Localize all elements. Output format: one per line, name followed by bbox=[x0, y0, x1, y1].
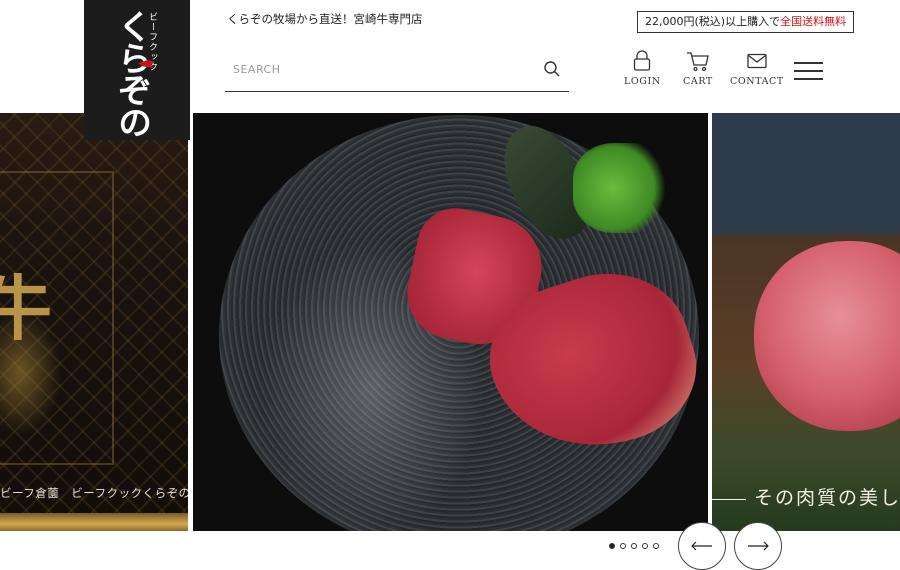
site-tagline: くらぞの牧場から直送！宮崎牛専門店 bbox=[227, 12, 423, 26]
site-logo[interactable]: ビーフクック くらぞの bbox=[84, 0, 190, 140]
caption-rule bbox=[712, 498, 746, 500]
menu-icon[interactable] bbox=[794, 60, 824, 82]
slide-caption: その肉質の美し bbox=[712, 483, 900, 510]
search-bar bbox=[225, 54, 569, 92]
slide-caption: ビーフ倉薗 ビーフクックくらぞの bbox=[0, 486, 188, 500]
slider-pagination bbox=[609, 543, 659, 549]
mail-icon bbox=[747, 53, 767, 69]
hero-slider[interactable]: 牛 ビーフ倉薗 ビーフクックくらぞの その肉質の美し bbox=[0, 113, 900, 531]
slider-dot[interactable] bbox=[620, 543, 626, 549]
slider-dot[interactable] bbox=[653, 543, 659, 549]
nav-cart[interactable]: CART bbox=[683, 50, 713, 87]
lock-icon bbox=[634, 50, 651, 71]
slide-beef-plate[interactable] bbox=[193, 113, 708, 531]
nav-login-label: LOGIN bbox=[624, 76, 661, 87]
slide-packaging[interactable]: 牛 ビーフ倉薗 ビーフクックくらぞの bbox=[0, 113, 188, 531]
slider-dot[interactable] bbox=[631, 543, 637, 549]
nav-login[interactable]: LOGIN bbox=[624, 50, 661, 87]
arrow-right-icon bbox=[748, 541, 769, 551]
slide-steak[interactable]: その肉質の美し bbox=[712, 113, 900, 531]
arrow-left-icon bbox=[691, 541, 712, 551]
nav-contact-label: CONTACT bbox=[730, 76, 784, 87]
slider-dot[interactable] bbox=[642, 543, 648, 549]
nav-contact[interactable]: CONTACT bbox=[730, 50, 784, 87]
slider-dot[interactable] bbox=[609, 543, 615, 549]
slide-caption-text: その肉質の美し bbox=[754, 487, 900, 509]
cart-icon bbox=[686, 52, 709, 72]
free-shipping-badge: 22,000円(税込)以上購入で全国送料無料 bbox=[637, 11, 855, 33]
steak-image bbox=[754, 241, 900, 431]
nav-cart-label: CART bbox=[683, 76, 713, 87]
search-input[interactable] bbox=[231, 62, 535, 77]
search-button[interactable] bbox=[543, 60, 561, 78]
packaging-kanji: 牛 bbox=[0, 267, 52, 350]
sprout-garnish bbox=[573, 143, 673, 233]
search-icon bbox=[544, 61, 560, 77]
gold-ribbon bbox=[0, 513, 188, 531]
shipping-condition: 22,000円(税込)以上購入で bbox=[645, 15, 781, 28]
shipping-free-text: 全国送料無料 bbox=[780, 15, 847, 28]
